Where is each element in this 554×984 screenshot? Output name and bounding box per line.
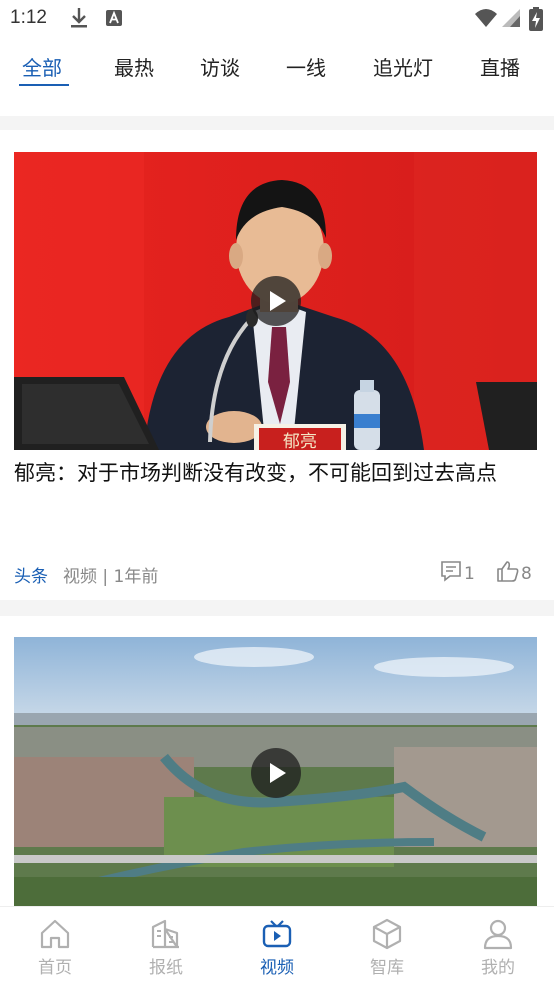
play-button[interactable] [250,276,301,326]
headline-tag[interactable]: 头条 [14,562,48,587]
like-button[interactable]: 8 [496,560,532,587]
app-notification-icon [104,6,124,34]
cube-icon [372,918,402,950]
tab-spotlight[interactable]: 追光灯 [373,52,433,81]
active-tab-indicator [19,84,69,86]
download-icon [68,6,90,34]
play-button[interactable] [250,748,301,798]
comment-button[interactable]: 1 [440,560,475,587]
nav-profile-label: 我的 [481,958,515,978]
nav-newspaper-label: 报纸 [149,958,183,978]
thumbs-up-icon [496,560,520,587]
comment-count: 1 [464,563,475,584]
like-count: 8 [521,563,532,584]
nav-think-tank[interactable]: 智库 [357,917,417,978]
category-label: 视频 [63,567,97,587]
status-bar: 1:12 [0,0,554,36]
user-icon [483,919,513,950]
signal-icon [500,6,522,34]
section-divider [0,600,554,616]
video-thumbnail[interactable]: 郁亮 [14,152,537,450]
tab-interview[interactable]: 访谈 [200,52,240,81]
comment-icon [440,560,462,587]
nav-think-tank-label: 智库 [370,958,404,978]
nameplate-text: 郁亮 [283,432,317,450]
tv-icon [262,920,292,948]
article-meta: 视频 | 1年前 [63,567,159,587]
article-title[interactable]: 郁亮：对于市场判断没有改变，不可能回到过去高点 [14,459,534,487]
category-tabs: 全部 最热 访谈 一线 追光灯 直播 [0,44,554,92]
nav-home[interactable]: 首页 [25,917,85,978]
section-divider [0,116,554,130]
newspaper-icon [151,919,179,949]
nav-newspaper[interactable]: 报纸 [136,917,196,978]
tab-frontline[interactable]: 一线 [286,52,326,81]
video-thumbnail[interactable] [14,637,537,909]
status-time: 1:12 [10,7,47,28]
bottom-navigation: 首页 报纸 视频 智库 我的 [0,906,554,984]
battery-charging-icon [528,6,544,36]
nav-video-label: 视频 [260,958,294,978]
tab-all[interactable]: 全部 [22,52,62,81]
nav-home-label: 首页 [38,958,72,978]
wifi-icon [474,6,498,34]
publish-time: 1年前 [113,567,159,587]
nav-video[interactable]: 视频 [247,917,307,978]
video-page: 1:12 全部 最热 访谈 一线 追光灯 直播 郁亮 郁亮：对于市场判断没有改变… [0,0,554,984]
tab-hottest[interactable]: 最热 [114,52,154,81]
tab-live[interactable]: 直播 [480,52,520,81]
nav-profile[interactable]: 我的 [468,917,528,978]
home-icon [40,919,70,949]
